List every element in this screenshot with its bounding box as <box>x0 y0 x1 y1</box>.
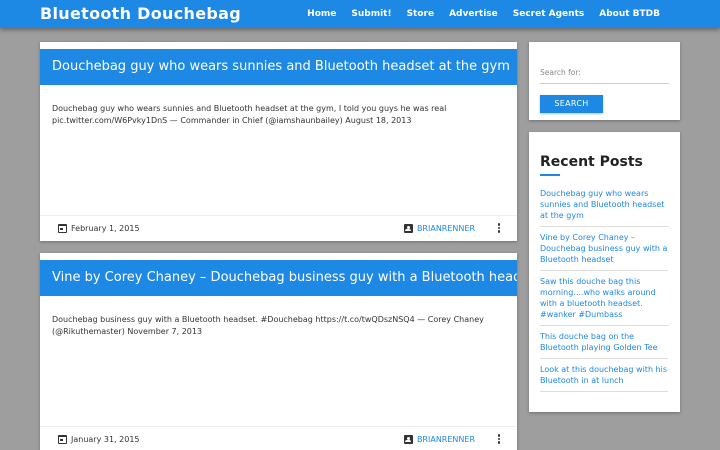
nav-advertise[interactable]: Advertise <box>449 9 498 19</box>
calendar-icon <box>58 435 67 444</box>
post-date: February 1, 2015 <box>58 224 140 233</box>
person-icon <box>403 435 413 444</box>
post-title[interactable]: Vine by Corey Chaney – Douchebag busines… <box>40 260 517 296</box>
search-input[interactable] <box>540 83 669 84</box>
post-author[interactable]: BRIANRENNER <box>417 435 475 444</box>
post-date-text: February 1, 2015 <box>71 224 140 233</box>
nav-store[interactable]: Store <box>407 9 435 19</box>
post-footer: January 31, 2015 BRIANRENNER <box>40 426 517 450</box>
more-vert-icon[interactable] <box>495 433 503 445</box>
heading-underline <box>540 174 560 176</box>
nav-secret-agents[interactable]: Secret Agents <box>513 9 584 19</box>
recent-post-link[interactable]: Vine by Corey Chaney – Douchebag busines… <box>540 232 668 271</box>
main-nav: Home Submit! Store Advertise Secret Agen… <box>292 9 660 19</box>
recent-post-link[interactable]: This douche bag on the Bluetooth playing… <box>540 331 668 359</box>
search-button[interactable]: SEARCH <box>540 95 603 113</box>
person-icon <box>403 224 413 233</box>
site-title[interactable]: Bluetooth Douchebag <box>40 4 241 23</box>
search-widget: Search for: SEARCH <box>529 42 680 120</box>
post-footer: February 1, 2015 BRIANRENNER <box>40 215 517 241</box>
post-body: Douchebag guy who wears sunnies and Blue… <box>52 104 447 125</box>
recent-posts-heading: Recent Posts <box>540 154 643 170</box>
recent-post-link[interactable]: Saw this douche bag this morning....who … <box>540 276 668 326</box>
recent-posts-list: Douchebag guy who wears sunnies and Blue… <box>540 188 668 397</box>
nav-submit[interactable]: Submit! <box>351 9 391 19</box>
recent-post-link[interactable]: Douchebag guy who wears sunnies and Blue… <box>540 188 668 227</box>
post-author[interactable]: BRIANRENNER <box>417 224 475 233</box>
post-card: Douchebag guy who wears sunnies and Blue… <box>40 42 517 241</box>
post-author-link[interactable]: BRIANRENNER <box>403 435 475 444</box>
nav-about[interactable]: About BTDB <box>599 9 660 19</box>
post-body: Douchebag business guy with a Bluetooth … <box>52 315 484 336</box>
more-vert-icon[interactable] <box>495 222 503 234</box>
post-card: Vine by Corey Chaney – Douchebag busines… <box>40 253 517 450</box>
calendar-icon <box>58 224 67 233</box>
nav-home[interactable]: Home <box>307 9 336 19</box>
post-author-link[interactable]: BRIANRENNER <box>403 224 475 233</box>
recent-post-link[interactable]: Look at this douchebag with his Bluetoot… <box>540 364 668 392</box>
post-date-text: January 31, 2015 <box>71 435 140 444</box>
post-date: January 31, 2015 <box>58 435 140 444</box>
recent-posts-widget: Recent Posts Douchebag guy who wears sun… <box>529 132 680 412</box>
search-label[interactable]: Search for: <box>540 68 581 77</box>
top-navbar: Bluetooth Douchebag Home Submit! Store A… <box>0 0 720 28</box>
post-title[interactable]: Douchebag guy who wears sunnies and Blue… <box>40 49 517 85</box>
